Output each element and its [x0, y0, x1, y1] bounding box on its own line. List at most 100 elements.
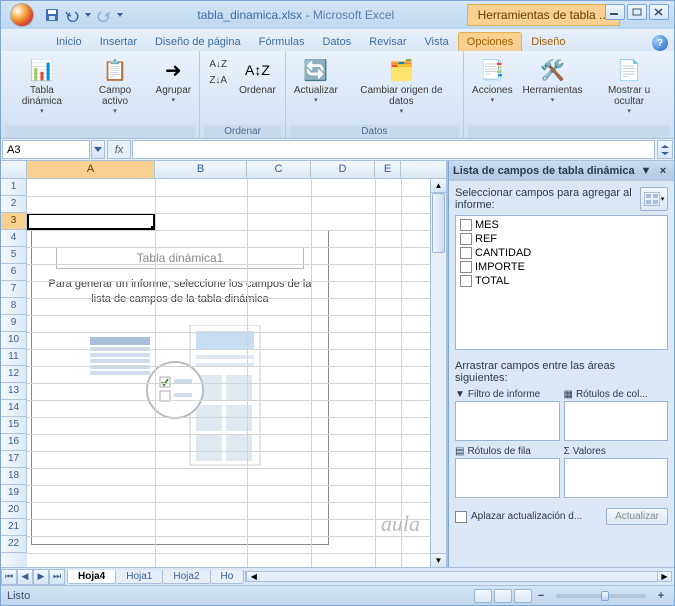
area-drop-zone[interactable] — [455, 458, 560, 498]
horizontal-scrollbar[interactable]: ◀ ▶ — [245, 571, 672, 582]
row-header-11[interactable]: 11 — [1, 349, 27, 366]
tab-vista[interactable]: Vista — [416, 32, 458, 51]
pane-close-button[interactable]: × — [656, 164, 670, 178]
row-header-20[interactable]: 20 — [1, 502, 27, 519]
tab-opciones[interactable]: Opciones — [458, 32, 522, 51]
qat-undo-dropdown[interactable] — [83, 6, 93, 24]
ribbon-campo-activo[interactable]: 📋Campo activo▾ — [81, 53, 149, 118]
sheet-tab-ho[interactable]: Ho — [210, 570, 245, 584]
maximize-button[interactable] — [627, 4, 647, 20]
sheet-nav-first[interactable]: ⏮ — [1, 569, 17, 585]
field-item-total[interactable]: TOTAL — [458, 274, 665, 288]
select-all-corner[interactable] — [1, 161, 27, 178]
ribbon-sort-asc[interactable]: A↓Z — [204, 57, 232, 72]
ribbon-mostrar-ocultar[interactable]: 📄Mostrar u ocultar▾ — [588, 53, 670, 118]
hscroll-left[interactable]: ◀ — [246, 572, 260, 581]
view-pagebreak-button[interactable] — [514, 589, 532, 603]
qat-redo-icon[interactable] — [95, 6, 113, 24]
row-header-15[interactable]: 15 — [1, 417, 27, 434]
row-header-2[interactable]: 2 — [1, 196, 27, 213]
view-normal-button[interactable] — [474, 589, 492, 603]
name-box[interactable]: A3 — [2, 140, 90, 159]
hscroll-right[interactable]: ▶ — [657, 572, 671, 581]
zoom-thumb[interactable] — [601, 591, 609, 601]
col-header-E[interactable]: E — [375, 161, 401, 178]
pane-menu-dropdown[interactable]: ▼ — [640, 165, 652, 177]
tab-inicio[interactable]: Inicio — [47, 32, 91, 51]
ribbon-ordenar[interactable]: A↕ZOrdenar — [234, 53, 281, 99]
field-checkbox[interactable] — [460, 261, 472, 273]
row-header-22[interactable]: 22 — [1, 536, 27, 553]
help-button[interactable]: ? — [652, 35, 668, 51]
fx-button[interactable]: fx — [107, 140, 131, 159]
row-header-18[interactable]: 18 — [1, 468, 27, 485]
row-header-17[interactable]: 17 — [1, 451, 27, 468]
zoom-out-button[interactable]: − — [534, 589, 548, 603]
close-button[interactable] — [649, 4, 669, 20]
field-item-importe[interactable]: IMPORTE — [458, 260, 665, 274]
area-drop-zone[interactable] — [564, 458, 669, 498]
defer-update-checkbox[interactable] — [455, 511, 467, 523]
ribbon-tabla-dinamica[interactable]: 📊Tabla dinámica▾ — [5, 53, 79, 118]
name-box-dropdown[interactable] — [91, 140, 105, 159]
field-item-ref[interactable]: REF — [458, 232, 665, 246]
tab-datos[interactable]: Datos — [313, 32, 360, 51]
field-checkbox[interactable] — [460, 233, 472, 245]
row-header-7[interactable]: 7 — [1, 281, 27, 298]
row-header-3[interactable]: 3 — [1, 213, 27, 230]
row-header-19[interactable]: 19 — [1, 485, 27, 502]
row-header-10[interactable]: 10 — [1, 332, 27, 349]
ribbon-sort-desc[interactable]: Z↓A — [204, 73, 232, 88]
formula-input[interactable] — [132, 140, 655, 159]
sheet-tab-hoja1[interactable]: Hoja1 — [115, 570, 163, 584]
tab-diseno[interactable]: Diseño — [522, 32, 574, 51]
row-header-14[interactable]: 14 — [1, 400, 27, 417]
view-layout-button[interactable] — [494, 589, 512, 603]
field-checkbox[interactable] — [460, 219, 472, 231]
ribbon-agrupar[interactable]: ➜Agrupar▾ — [151, 53, 195, 107]
vertical-scrollbar[interactable]: ▲ ▼ — [430, 179, 446, 567]
area-drop-zone[interactable] — [564, 401, 669, 441]
area-drop-zone[interactable] — [455, 401, 560, 441]
sheet-tab-hoja4[interactable]: Hoja4 — [67, 570, 116, 584]
cells-area[interactable]: Tabla dinámica1 Para generar un informe,… — [27, 179, 430, 567]
minimize-button[interactable] — [605, 4, 625, 20]
field-checkbox[interactable] — [460, 275, 472, 287]
qat-dropdown[interactable] — [115, 6, 125, 24]
tab-diseno-pagina[interactable]: Diseño de página — [146, 32, 250, 51]
scroll-thumb[interactable] — [432, 193, 445, 253]
ribbon-herramientas[interactable]: 🛠️Herramientas▾ — [519, 53, 586, 107]
sheet-nav-next[interactable]: ▶ — [33, 569, 49, 585]
row-header-9[interactable]: 9 — [1, 315, 27, 332]
tab-insertar[interactable]: Insertar — [91, 32, 146, 51]
tab-formulas[interactable]: Fórmulas — [250, 32, 314, 51]
row-header-12[interactable]: 12 — [1, 366, 27, 383]
col-header-B[interactable]: B — [155, 161, 247, 178]
active-cell[interactable] — [27, 213, 155, 230]
ribbon-acciones[interactable]: 📑Acciones▾ — [468, 53, 517, 107]
formula-expand-button[interactable] — [657, 140, 673, 159]
sheet-nav-prev[interactable]: ◀ — [17, 569, 33, 585]
col-header-C[interactable]: C — [247, 161, 311, 178]
zoom-in-button[interactable]: + — [654, 589, 668, 603]
tab-revisar[interactable]: Revisar — [360, 32, 415, 51]
field-item-mes[interactable]: MES — [458, 218, 665, 232]
zoom-slider[interactable] — [556, 594, 646, 598]
row-header-5[interactable]: 5 — [1, 247, 27, 264]
row-header-16[interactable]: 16 — [1, 434, 27, 451]
row-header-8[interactable]: 8 — [1, 298, 27, 315]
scroll-up-button[interactable]: ▲ — [431, 179, 446, 193]
field-checkbox[interactable] — [460, 247, 472, 259]
layout-options-button[interactable]: ▾ — [640, 187, 668, 211]
row-header-13[interactable]: 13 — [1, 383, 27, 400]
row-header-6[interactable]: 6 — [1, 264, 27, 281]
field-item-cantidad[interactable]: CANTIDAD — [458, 246, 665, 260]
ribbon-actualizar[interactable]: 🔄Actualizar▾ — [290, 53, 342, 107]
row-header-1[interactable]: 1 — [1, 179, 27, 196]
office-button[interactable] — [5, 1, 39, 29]
qat-save-icon[interactable] — [43, 6, 61, 24]
sheet-tab-hoja2[interactable]: Hoja2 — [162, 570, 210, 584]
sheet-nav-last[interactable]: ⏭ — [49, 569, 65, 585]
row-header-4[interactable]: 4 — [1, 230, 27, 247]
row-header-21[interactable]: 21 — [1, 519, 27, 536]
